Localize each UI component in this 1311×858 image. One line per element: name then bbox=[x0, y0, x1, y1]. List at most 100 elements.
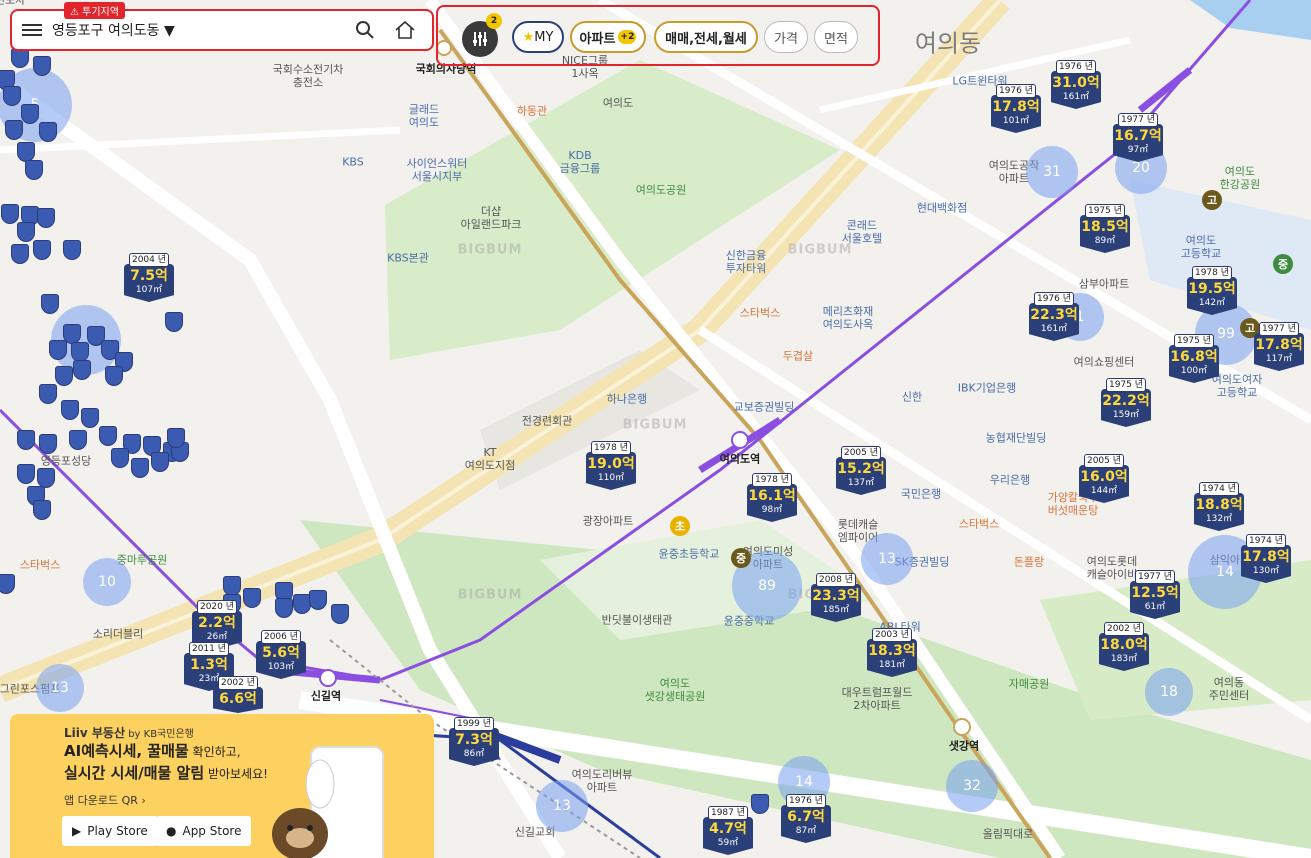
map-label[interactable]: 두겹살 bbox=[783, 350, 813, 363]
map-label[interactable]: 사이언스워터 서울시지부 bbox=[407, 157, 468, 183]
listing-pin-icon[interactable] bbox=[275, 598, 293, 618]
apartment-price-marker[interactable]: 1976 년 6.7억 87㎡ bbox=[781, 794, 831, 843]
listing-pin-icon[interactable] bbox=[5, 120, 23, 140]
trade-type-button[interactable]: 매매,전세,월세 bbox=[654, 21, 758, 53]
apartment-price-marker[interactable]: 2004 년 7.5억 107㎡ bbox=[124, 253, 174, 302]
listing-pin-icon[interactable] bbox=[39, 434, 57, 454]
apartment-price-marker[interactable]: 2008 년 23.3억 185㎡ bbox=[811, 573, 861, 622]
listing-pin-icon[interactable] bbox=[21, 104, 39, 124]
apartment-price-marker[interactable]: 1976 년 31.0억 161㎡ bbox=[1051, 60, 1101, 109]
apartment-price-marker[interactable]: 2003 년 18.3억 181㎡ bbox=[867, 628, 917, 677]
apartment-price-marker[interactable]: 1987 년 4.7억 59㎡ bbox=[703, 806, 753, 855]
price-filter-button[interactable]: 가격 bbox=[764, 21, 808, 53]
listing-pin-icon[interactable] bbox=[223, 576, 241, 596]
listing-pin-icon[interactable] bbox=[11, 48, 29, 68]
map-label[interactable]: 올림픽대로 bbox=[983, 828, 1034, 841]
map-label[interactable]: 이고전포차 bbox=[0, 0, 25, 7]
apartment-price-marker[interactable]: 2006 년 5.6억 103㎡ bbox=[256, 630, 306, 679]
apartment-price-marker[interactable]: 1978 년 19.0억 110㎡ bbox=[586, 441, 636, 490]
map-label[interactable]: 하나은행 bbox=[607, 393, 647, 406]
listing-pin-icon[interactable] bbox=[49, 340, 67, 360]
map-label[interactable]: 여의도 한강공원 bbox=[1220, 165, 1260, 191]
listing-pin-icon[interactable] bbox=[751, 794, 769, 814]
map-label[interactable]: 신한금융 투자타워 bbox=[726, 249, 766, 275]
apartment-price-marker[interactable]: 1974 년 17.8억 130㎡ bbox=[1241, 534, 1291, 583]
apartment-price-marker[interactable]: 1999 년 7.3억 86㎡ bbox=[449, 717, 499, 766]
map-label[interactable]: KBS bbox=[342, 156, 364, 169]
map-label[interactable]: 스타벅스 bbox=[740, 307, 780, 320]
map-label[interactable]: IBK기업은행 bbox=[958, 382, 1016, 395]
map-label[interactable]: 여의동 bbox=[915, 32, 981, 56]
cluster[interactable]: 10 bbox=[83, 558, 131, 606]
apartment-price-marker[interactable]: 2002 년 18.0억 183㎡ bbox=[1099, 622, 1149, 671]
listing-pin-icon[interactable] bbox=[73, 360, 91, 380]
listing-pin-icon[interactable] bbox=[17, 222, 35, 242]
listing-pin-icon[interactable] bbox=[71, 342, 89, 362]
map-label[interactable]: 여의도 고등학교 bbox=[1181, 234, 1221, 260]
listing-pin-icon[interactable] bbox=[39, 122, 57, 142]
cluster[interactable]: 13 bbox=[861, 533, 913, 585]
map-label[interactable]: 스타벅스 bbox=[959, 518, 999, 531]
apartment-price-marker[interactable]: 2002 년 6.6억 bbox=[213, 676, 263, 713]
map-label[interactable]: 자매공원 bbox=[1009, 678, 1049, 691]
map-label[interactable]: 메리츠화재 여의도사옥 bbox=[823, 305, 874, 331]
apartment-price-marker[interactable]: 2005 년 15.2억 137㎡ bbox=[836, 446, 886, 495]
apartment-price-marker[interactable]: 1976 년 22.3억 161㎡ bbox=[1029, 292, 1079, 341]
map-label[interactable]: 여의쇼핑센터 bbox=[1074, 356, 1135, 369]
listing-pin-icon[interactable] bbox=[99, 426, 117, 446]
play-store-button[interactable]: ▶ Play Store bbox=[62, 816, 158, 846]
map-label[interactable]: 국민은행 bbox=[901, 488, 941, 501]
map-label[interactable]: 하동관 bbox=[517, 105, 547, 118]
apartment-price-marker[interactable]: 1977 년 17.8억 117㎡ bbox=[1254, 322, 1304, 371]
location-selector[interactable]: 영등포구 여의도동 ▼ bbox=[52, 20, 342, 40]
listing-pin-icon[interactable] bbox=[17, 430, 35, 450]
apartment-price-marker[interactable]: 1975 년 16.8억 100㎡ bbox=[1169, 334, 1219, 383]
map-label[interactable]: 소리더블리 bbox=[93, 628, 144, 641]
apartment-price-marker[interactable]: 2005 년 16.0억 144㎡ bbox=[1079, 454, 1129, 503]
listing-pin-icon[interactable] bbox=[1, 204, 19, 224]
listing-pin-icon[interactable] bbox=[3, 86, 21, 106]
map-label[interactable]: 우리은행 bbox=[990, 474, 1030, 487]
listing-pin-icon[interactable] bbox=[131, 458, 149, 478]
cluster[interactable]: 31 bbox=[1026, 146, 1078, 198]
cluster[interactable]: 13 bbox=[536, 780, 588, 832]
listing-pin-icon[interactable] bbox=[37, 468, 55, 488]
apartment-price-marker[interactable]: 1977 년 12.5억 61㎡ bbox=[1130, 570, 1180, 619]
map-label[interactable]: KBS본관 bbox=[387, 252, 429, 265]
apartment-price-marker[interactable]: 1977 년 16.7억 97㎡ bbox=[1113, 113, 1163, 162]
apartment-price-marker[interactable]: 1975 년 22.2억 159㎡ bbox=[1101, 378, 1151, 427]
listing-pin-icon[interactable] bbox=[33, 240, 51, 260]
listing-pin-icon[interactable] bbox=[243, 588, 261, 608]
my-filter-button[interactable]: ★ MY bbox=[512, 21, 564, 53]
map-label[interactable]: 윤중초등학교 bbox=[659, 548, 720, 561]
map-label[interactable]: 농협재단빌딩 bbox=[986, 432, 1047, 445]
listing-pin-icon[interactable] bbox=[11, 244, 29, 264]
map-label[interactable]: 반딧불이생태관 bbox=[602, 614, 673, 627]
map-label[interactable]: KDB 금융그룹 bbox=[560, 149, 600, 175]
listing-pin-icon[interactable] bbox=[331, 604, 349, 624]
listing-pin-icon[interactable] bbox=[105, 366, 123, 386]
qr-download-link[interactable]: 앱 다운로드 QR › bbox=[64, 792, 146, 808]
map-label[interactable]: 글래드 여의도 bbox=[409, 103, 439, 129]
map-label[interactable]: 신한 bbox=[902, 391, 922, 404]
map-label[interactable]: 여의도 bbox=[603, 97, 633, 110]
listing-pin-icon[interactable] bbox=[167, 428, 185, 448]
map-label[interactable]: 여의도 샛강생태공원 bbox=[645, 677, 706, 703]
map-label[interactable]: 대우트럼프월드 2차아파트 bbox=[842, 686, 913, 712]
map-label[interactable]: 여의도역 bbox=[720, 453, 760, 466]
map-label[interactable]: 광장아파트 bbox=[583, 515, 634, 528]
listing-pin-icon[interactable] bbox=[111, 448, 129, 468]
map-label[interactable]: 국회수소전기차 충전소 bbox=[273, 63, 344, 89]
listing-pin-icon[interactable] bbox=[63, 240, 81, 260]
home-button[interactable] bbox=[388, 15, 422, 45]
apartment-price-marker[interactable]: 1975 년 18.5억 89㎡ bbox=[1080, 204, 1130, 253]
map-label[interactable]: 스타벅스 bbox=[20, 559, 60, 572]
search-button[interactable] bbox=[348, 15, 382, 45]
map-label[interactable]: 샛강역 bbox=[949, 740, 979, 753]
app-store-button[interactable]: ● App Store bbox=[156, 816, 252, 846]
listing-pin-icon[interactable] bbox=[25, 160, 43, 180]
apartment-price-marker[interactable]: 1974 년 18.8억 132㎡ bbox=[1194, 482, 1244, 531]
listing-pin-icon[interactable] bbox=[17, 142, 35, 162]
listing-pin-icon[interactable] bbox=[69, 430, 87, 450]
map-label[interactable]: KT 여의도지점 bbox=[465, 446, 516, 472]
